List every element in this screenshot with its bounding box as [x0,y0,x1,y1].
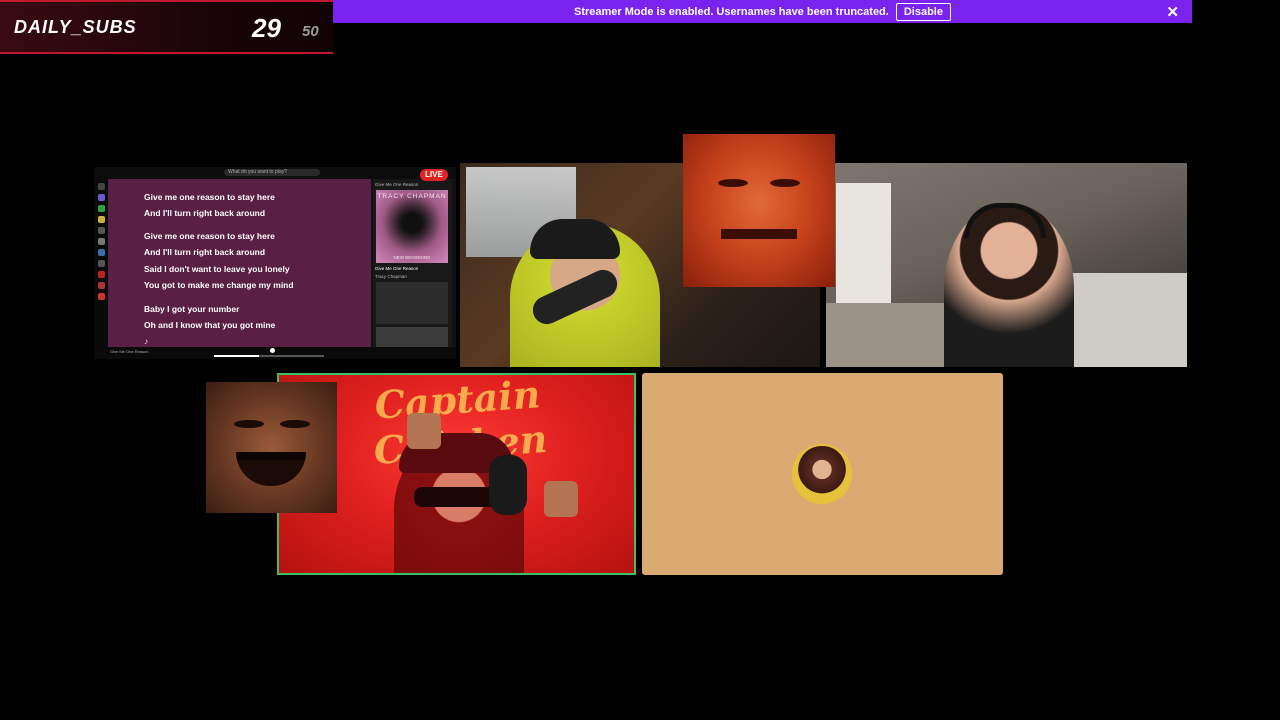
lyric-line: And I'll turn right back around [144,247,266,257]
sidebar-icon [97,249,105,256]
lyric-line: Said I don't want to leave you lonely [144,264,290,274]
dresser [836,183,891,303]
album-subtitle: NEW BEGINNING [393,255,431,260]
live-badge: LIVE [420,169,448,181]
song-artist: Tracy Chapman [375,274,407,279]
sidebar-icon [97,216,105,223]
face-sticker-small [407,413,441,449]
sticker-eye [234,420,264,428]
related-image [376,327,448,349]
sidebar-icon [97,205,105,212]
lyric-line: Give me one reason to stay here [144,192,275,202]
subs-goal: 50 [302,23,319,40]
webcam-tile[interactable] [826,163,1187,367]
face-sticker-small [544,481,578,517]
subs-label: DAILY_SUBS [14,17,137,37]
streamer-mode-banner: Streamer Mode is enabled. Usernames have… [333,0,1192,23]
lyrics-panel: Give me one reason to stay here And I'll… [108,179,371,347]
music-note-icon: ♪ [144,336,149,346]
song-title: Give Me One Reason [375,266,419,271]
lyric-line: You got to make me change my mind [144,280,294,290]
disable-button[interactable]: Disable [895,2,951,21]
avatar[interactable] [794,446,850,502]
sidebar-icon [97,194,105,201]
sidebar-icon [97,260,105,267]
play-icon[interactable] [270,348,275,353]
sidebar-icon [97,271,105,278]
bed [1056,273,1187,367]
daily-subs-widget: DAILY_SUBS 29 50 [0,0,333,54]
sticker-eye [280,420,310,428]
lyric-line: Oh and I know that you got mine [144,320,276,330]
sticker-beard [721,229,797,279]
sticker-eye [770,179,800,187]
now-playing-panel: Give Me One Reason TRACY CHAPMAN NEW BEG… [373,179,452,349]
lyric-line: And I'll turn right back around [144,208,266,218]
sidebar-rail [94,179,108,349]
cap [530,219,620,259]
close-icon[interactable]: ✕ [1166,3,1179,21]
subs-count: 29 [252,13,281,43]
progress-bar[interactable] [214,355,324,357]
sidebar-icon [97,282,105,289]
sidebar-icon [97,227,105,234]
search-input[interactable]: What do you want to play? [224,169,320,176]
sticker-mouth [236,452,306,486]
headphones [489,455,527,515]
sticker-eye [718,179,748,187]
audio-participant-tile[interactable] [642,373,1003,575]
player-bar: Give Me One Reason [94,347,456,359]
now-playing-label: Give Me One Reason [110,349,149,354]
screenshare-tile[interactable]: What do you want to play? Give me one re… [94,167,456,359]
album-art: TRACY CHAPMAN NEW BEGINNING [376,190,448,263]
face-sticker [683,134,835,287]
app-topbar: What do you want to play? [94,167,456,179]
widget-accent-line [0,0,333,2]
face-sticker [206,382,337,513]
banner-message: Streamer Mode is enabled. Usernames have… [574,5,889,18]
album-title: TRACY CHAPMAN [377,193,447,200]
panel-header: Give Me One Reason [375,182,419,187]
sidebar-icon [97,238,105,245]
headphones [964,203,1046,238]
sidebar-icon [97,293,105,300]
lyric-line: Give me one reason to stay here [144,231,275,241]
sidebar-icon [97,183,105,190]
artist-image [376,282,448,324]
lyric-line: Baby I got your number [144,304,240,314]
